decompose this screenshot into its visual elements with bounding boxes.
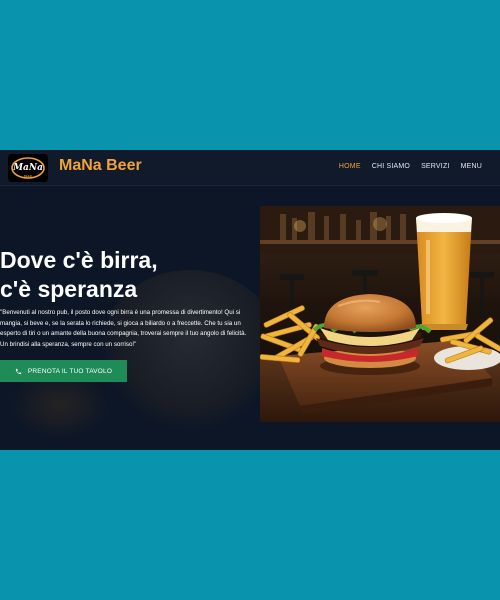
brand-logo[interactable]: MaNa BEER (8, 154, 48, 182)
book-table-button[interactable]: PRENOTA IL TUO TAVOLO (0, 360, 127, 382)
nav-item-chi-siamo[interactable]: CHI SIAMO (372, 163, 410, 170)
burger-beer-fries-photo (260, 206, 500, 422)
phone-icon (15, 368, 21, 374)
logo-subtext: BEER (24, 174, 33, 178)
nav-item-menu[interactable]: MENU (461, 163, 482, 170)
nav-item-servizi[interactable]: SERVIZI (421, 163, 450, 170)
nav-item-home[interactable]: HOME (339, 163, 361, 170)
hero-title-line-1: Dove c'è birra, (0, 247, 158, 273)
main-nav: HOME CHI SIAMO SERVIZI MENU (339, 163, 482, 170)
brand-name[interactable]: MaNa Beer (59, 157, 142, 175)
website-screenshot: MaNa BEER MaNa Beer HOME CHI SIAMO SERVI… (0, 150, 500, 450)
hero-description: "Benvenuti al nostro pub, il posto dove … (0, 309, 247, 348)
book-table-label: PRENOTA IL TUO TAVOLO (27, 367, 113, 375)
logo-text: MaNa (12, 163, 43, 173)
logo-badge-icon: MaNa BEER (8, 154, 48, 182)
hero-title-line-2: c'è speranza (0, 276, 138, 302)
navbar: MaNa BEER MaNa Beer HOME CHI SIAMO SERVI… (0, 150, 500, 186)
hero-image (260, 206, 500, 422)
hero-title: Dove c'è birra, c'è speranza (0, 246, 250, 304)
